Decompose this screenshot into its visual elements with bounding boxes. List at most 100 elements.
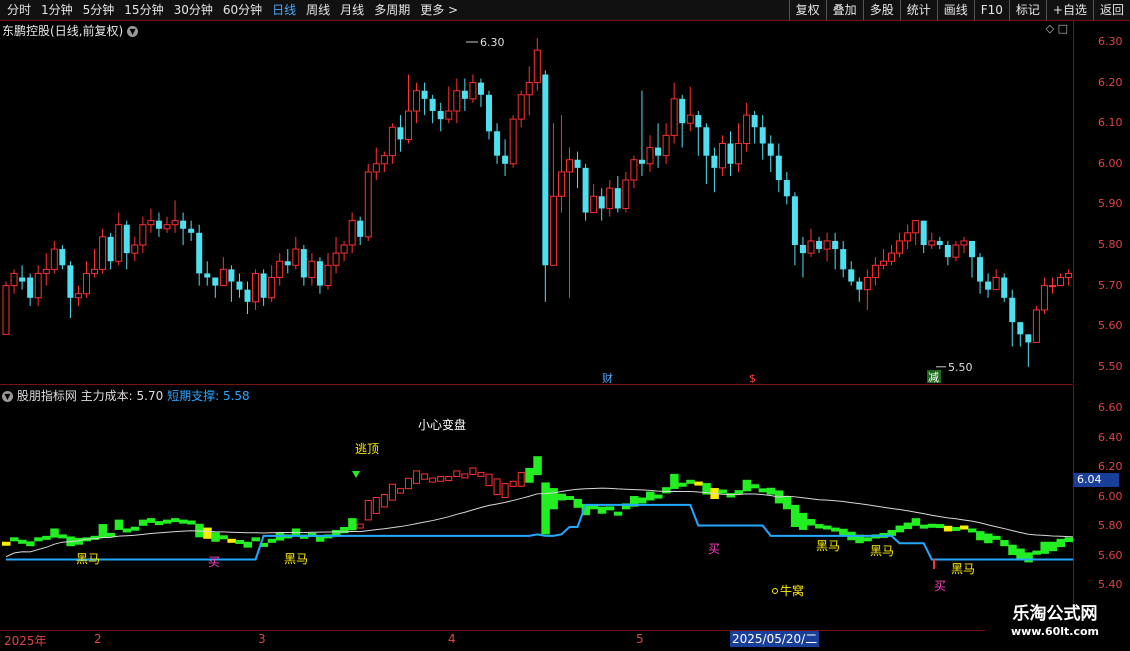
- candle-body: [365, 172, 371, 237]
- indicator-band-bar: [34, 537, 43, 541]
- period-tab[interactable]: 15分钟: [119, 2, 168, 18]
- indicator-band-bar: [525, 468, 534, 483]
- watermark-url: www.60lt.com: [985, 625, 1125, 638]
- period-tab[interactable]: 30分钟: [169, 2, 218, 18]
- candle-body: [156, 221, 162, 229]
- candle-body: [1066, 273, 1072, 277]
- toolbar-button[interactable]: F10: [974, 0, 1009, 20]
- price-axis: 6.306.206.106.005.905.805.705.605.50: [1073, 21, 1130, 383]
- candle-body: [872, 265, 878, 277]
- period-tab[interactable]: 更多 >: [415, 2, 463, 18]
- candle-body: [832, 241, 838, 249]
- toolbar-button[interactable]: 叠加: [826, 0, 863, 20]
- candle-body: [945, 245, 951, 257]
- candle-body: [172, 221, 178, 225]
- indicator-band-bar: [348, 518, 357, 530]
- candle-body: [486, 95, 492, 132]
- candle-body: [711, 156, 717, 168]
- indicator-band-bar: [147, 518, 156, 523]
- period-tab[interactable]: 60分钟: [218, 2, 267, 18]
- candle-body: [309, 261, 315, 277]
- candle-body: [800, 245, 806, 253]
- candle-body: [961, 241, 967, 245]
- indicator-tick: 6.60: [1098, 401, 1123, 414]
- candle-body: [478, 83, 484, 95]
- bull-nest-label: 牛窝: [780, 583, 804, 598]
- candle-body: [293, 249, 299, 265]
- candle-body: [446, 111, 452, 119]
- toolbar-button[interactable]: 画线: [937, 0, 974, 20]
- indicator-band-bar: [912, 518, 921, 526]
- indicator-band-bar: [718, 490, 727, 494]
- toolbar-button[interactable]: 复权: [789, 0, 826, 20]
- candle-body: [913, 221, 919, 233]
- indicator-band-bar: [670, 474, 679, 489]
- date-axis: 2025年 2 3 4 5 6 2025/05/20/二: [0, 630, 1073, 651]
- toolbar-button[interactable]: 返回: [1093, 0, 1130, 20]
- candle-body: [687, 115, 693, 123]
- candle-body: [75, 294, 81, 298]
- indicator-band-bar: [10, 537, 18, 541]
- period-tab[interactable]: 日线: [267, 2, 301, 18]
- indicator-band-bar: [123, 528, 132, 532]
- candle-body: [333, 253, 339, 265]
- indicator-band-bar: [815, 524, 824, 528]
- candle-body: [744, 115, 750, 143]
- buy-signal-label: 买: [708, 542, 720, 556]
- candle-body: [583, 168, 589, 213]
- indicator-band-bar: [510, 481, 516, 486]
- price-tick: 6.30: [1098, 35, 1123, 48]
- period-tab[interactable]: 5分钟: [78, 2, 120, 18]
- indicator-band-bar: [952, 527, 961, 531]
- period-tab[interactable]: 周线: [301, 2, 335, 18]
- candle-body: [212, 277, 218, 285]
- period-tab[interactable]: 1分钟: [36, 2, 78, 18]
- indicator-band-bar: [365, 500, 371, 519]
- toolbar-button[interactable]: +自选: [1046, 0, 1093, 20]
- dark-horse-label: 黑马: [284, 552, 308, 566]
- indicator-band-bar: [446, 477, 452, 481]
- candle-body: [977, 257, 983, 281]
- candle-body: [993, 277, 999, 289]
- indicator-band-bar: [171, 518, 180, 522]
- indicator-band-bar: [759, 488, 768, 492]
- indicator-band-bar: [381, 495, 387, 507]
- indicator-band-bar: [502, 484, 508, 498]
- period-tab[interactable]: 分时: [2, 2, 36, 18]
- period-tab[interactable]: 多周期: [369, 2, 415, 18]
- candle-body: [752, 115, 758, 127]
- candle-body: [245, 290, 251, 302]
- candle-body: [196, 233, 202, 274]
- candle-body: [575, 160, 581, 168]
- indicator-band-bar: [566, 496, 575, 500]
- candle-body: [397, 127, 403, 139]
- indicator-band-bar: [533, 456, 542, 475]
- toolbar-button[interactable]: 多股: [863, 0, 900, 20]
- indicator-band-bar: [397, 489, 403, 493]
- candle-body: [269, 277, 275, 297]
- indicator-band-bar: [163, 520, 172, 524]
- candle-body: [228, 269, 234, 281]
- candle-body: [116, 225, 122, 262]
- period-tab[interactable]: 月线: [335, 2, 369, 18]
- indicator-band-bar: [694, 482, 703, 486]
- candle-body: [567, 160, 573, 172]
- indicator-band-bar: [1040, 542, 1049, 554]
- indicator-band-bar: [598, 507, 607, 514]
- toolbar-button[interactable]: 统计: [900, 0, 937, 20]
- candle-body: [848, 269, 854, 281]
- price-tick: 5.60: [1098, 319, 1123, 332]
- candle-body: [816, 241, 822, 249]
- toolbar-button[interactable]: 标记: [1009, 0, 1046, 20]
- candle-body: [301, 249, 307, 277]
- candle-body: [148, 221, 154, 225]
- indicator-band-bar: [2, 542, 11, 546]
- indicator-band-bar: [936, 524, 945, 528]
- candle-body: [108, 237, 114, 261]
- candle-body: [27, 277, 33, 297]
- candle-body: [19, 277, 25, 281]
- event-marker-jian: 减: [928, 371, 939, 383]
- indicator-band-bar: [268, 539, 277, 543]
- indicator-band-bar: [155, 521, 164, 525]
- toolbar: 分时1分钟5分钟15分钟30分钟60分钟日线周线月线多周期更多 > 复权叠加多股…: [0, 0, 1130, 21]
